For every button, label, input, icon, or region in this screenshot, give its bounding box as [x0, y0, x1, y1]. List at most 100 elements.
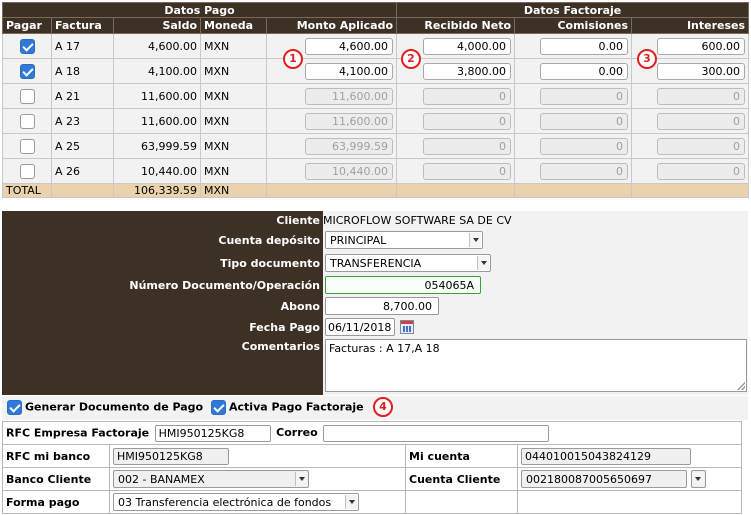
chevron-down-icon	[345, 495, 357, 509]
saldo-cell: 4,600.00	[113, 33, 201, 59]
cliente-label: Cliente	[276, 214, 320, 227]
moneda-cell: MXN	[200, 83, 267, 109]
comentarios-label: Comentarios	[241, 340, 320, 353]
cuenta-cliente-value: 002180087005650697	[526, 473, 652, 486]
monto-aplicado-input[interactable]: 4,600.00	[305, 37, 394, 55]
factura-cell: A 26	[51, 158, 114, 184]
rfc-banco-input[interactable]: HMI950125KG8	[113, 447, 229, 465]
cuenta-cliente-label: Cuenta Cliente	[405, 467, 518, 491]
col-header-saldo: Saldo	[113, 17, 201, 34]
cuenta-cliente-dropdown-button[interactable]	[690, 470, 706, 488]
moneda-cell: MXN	[200, 33, 267, 59]
recibido-neto-input[interactable]: 0	[423, 137, 512, 155]
correo-input[interactable]	[323, 424, 550, 442]
monto-aplicado-input[interactable]: 11,600.00	[305, 87, 394, 105]
saldo-cell: 4,100.00	[113, 58, 201, 84]
mi-cuenta-input[interactable]: 044010015043824129	[521, 447, 691, 465]
table-row: A 25 63,999.59 MXN 63,999.59 0 0 0	[2, 133, 750, 159]
saldo-cell: 63,999.59	[113, 133, 201, 159]
factura-cell: A 18	[51, 58, 114, 84]
cuenta-deposito-select[interactable]: PRINCIPAL	[325, 231, 483, 249]
comentarios-value: Facturas : A 17,A 18	[329, 342, 440, 355]
rfc-empresa-label: RFC Empresa Factoraje	[6, 426, 150, 439]
activa-factoraje-option[interactable]: Activa Pago Factoraje	[211, 400, 364, 415]
comisiones-input[interactable]: 0.00	[540, 62, 629, 80]
comisiones-input[interactable]: 0.00	[540, 37, 629, 55]
saldo-cell: 11,600.00	[113, 108, 201, 134]
numero-documento-input[interactable]: 054065A	[325, 276, 481, 294]
table-row: A 23 11,600.00 MXN 11,600.00 0 0 0	[2, 108, 750, 134]
mi-cuenta-label: Mi cuenta	[405, 444, 518, 468]
intereses-input[interactable]: 0	[657, 137, 746, 155]
recibido-neto-input[interactable]: 0	[423, 162, 512, 180]
form-labels-panel: Cliente Cuenta depósito Tipo documento N…	[2, 211, 323, 395]
pagar-checkbox[interactable]	[19, 113, 35, 129]
banco-cliente-select[interactable]: 002 - BANAMEX	[113, 470, 309, 488]
cuenta-cliente-select[interactable]: 002180087005650697	[521, 470, 687, 488]
intereses-input[interactable]: 600.00	[657, 37, 746, 55]
activa-factoraje-checkbox[interactable]	[211, 400, 226, 415]
pagar-checkbox[interactable]	[19, 163, 35, 179]
comisiones-input[interactable]: 0	[540, 137, 629, 155]
comisiones-input[interactable]: 0	[540, 87, 629, 105]
comentarios-textarea[interactable]: Facturas : A 17,A 18	[325, 339, 747, 392]
intereses-input[interactable]: 0	[657, 87, 746, 105]
monto-aplicado-input[interactable]: 11,600.00	[305, 112, 394, 130]
col-header-moneda: Moneda	[200, 17, 267, 34]
comisiones-input[interactable]: 0	[540, 162, 629, 180]
cuenta-deposito-value: PRINCIPAL	[330, 234, 387, 247]
moneda-cell: MXN	[200, 108, 267, 134]
monto-aplicado-input[interactable]: 63,999.59	[305, 137, 394, 155]
moneda-cell: MXN	[200, 58, 267, 84]
pagar-checkbox[interactable]	[19, 38, 35, 54]
intereses-input[interactable]: 0	[657, 162, 746, 180]
cuenta-deposito-label: Cuenta depósito	[218, 234, 320, 247]
comisiones-input[interactable]: 0	[540, 112, 629, 130]
pagar-checkbox[interactable]	[19, 63, 35, 79]
recibido-neto-input[interactable]: 0	[423, 112, 512, 130]
moneda-cell: MXN	[200, 158, 267, 184]
intereses-input[interactable]: 300.00	[657, 62, 746, 80]
bank-details-table: RFC Empresa Factoraje HMI950125KG8 Corre…	[1, 421, 743, 514]
group-header-datos-pago: Datos Pago	[1, 2, 398, 18]
forma-pago-value: 03 Transferencia electrónica de fondos	[118, 496, 332, 509]
tipo-documento-select[interactable]: TRANSFERENCIA	[325, 254, 491, 272]
group-header-datos-factoraje: Datos Factoraje	[396, 2, 750, 18]
chevron-down-icon	[469, 233, 481, 247]
monto-aplicado-input[interactable]: 10,440.00	[305, 162, 394, 180]
chevron-down-icon	[691, 472, 704, 486]
calendar-icon[interactable]	[400, 320, 414, 334]
saldo-cell: 10,440.00	[113, 158, 201, 184]
abono-label: Abono	[280, 300, 320, 313]
rfc-empresa-input[interactable]: HMI950125KG8	[154, 424, 271, 442]
pagar-checkbox[interactable]	[19, 88, 35, 104]
col-header-recibido-neto: Recibido Neto	[396, 17, 516, 34]
total-saldo: 106,339.59	[113, 183, 201, 198]
fecha-pago-label: Fecha Pago	[249, 321, 320, 334]
factura-cell: A 17	[51, 33, 114, 59]
fecha-pago-input[interactable]: 06/11/2018	[325, 318, 395, 336]
annotation-badge-2: 2	[401, 49, 421, 69]
generar-documento-option[interactable]: Generar Documento de Pago	[7, 400, 203, 415]
col-header-intereses: Intereses	[631, 17, 750, 34]
abono-input[interactable]: 8,700.00	[325, 297, 439, 315]
moneda-cell: MXN	[200, 133, 267, 159]
correo-label: Correo	[276, 426, 318, 439]
factura-cell: A 21	[51, 83, 114, 109]
pagar-checkbox[interactable]	[19, 138, 35, 154]
total-moneda: MXN	[200, 183, 267, 198]
monto-aplicado-input[interactable]: 4,100.00	[305, 62, 394, 80]
factura-cell: A 23	[51, 108, 114, 134]
generar-documento-checkbox[interactable]	[7, 400, 22, 415]
tipo-documento-value: TRANSFERENCIA	[330, 257, 422, 270]
recibido-neto-input[interactable]: 4,000.00	[423, 37, 512, 55]
recibido-neto-input[interactable]: 3,800.00	[423, 62, 512, 80]
forma-pago-label: Forma pago	[2, 490, 110, 514]
resize-grip-icon[interactable]	[737, 382, 745, 390]
chevron-down-icon	[477, 256, 489, 270]
intereses-input[interactable]: 0	[657, 112, 746, 130]
forma-pago-select[interactable]: 03 Transferencia electrónica de fondos	[113, 493, 359, 511]
table-row: A 21 11,600.00 MXN 11,600.00 0 0 0	[2, 83, 750, 109]
rfc-banco-label: RFC mi banco	[2, 444, 110, 468]
recibido-neto-input[interactable]: 0	[423, 87, 512, 105]
